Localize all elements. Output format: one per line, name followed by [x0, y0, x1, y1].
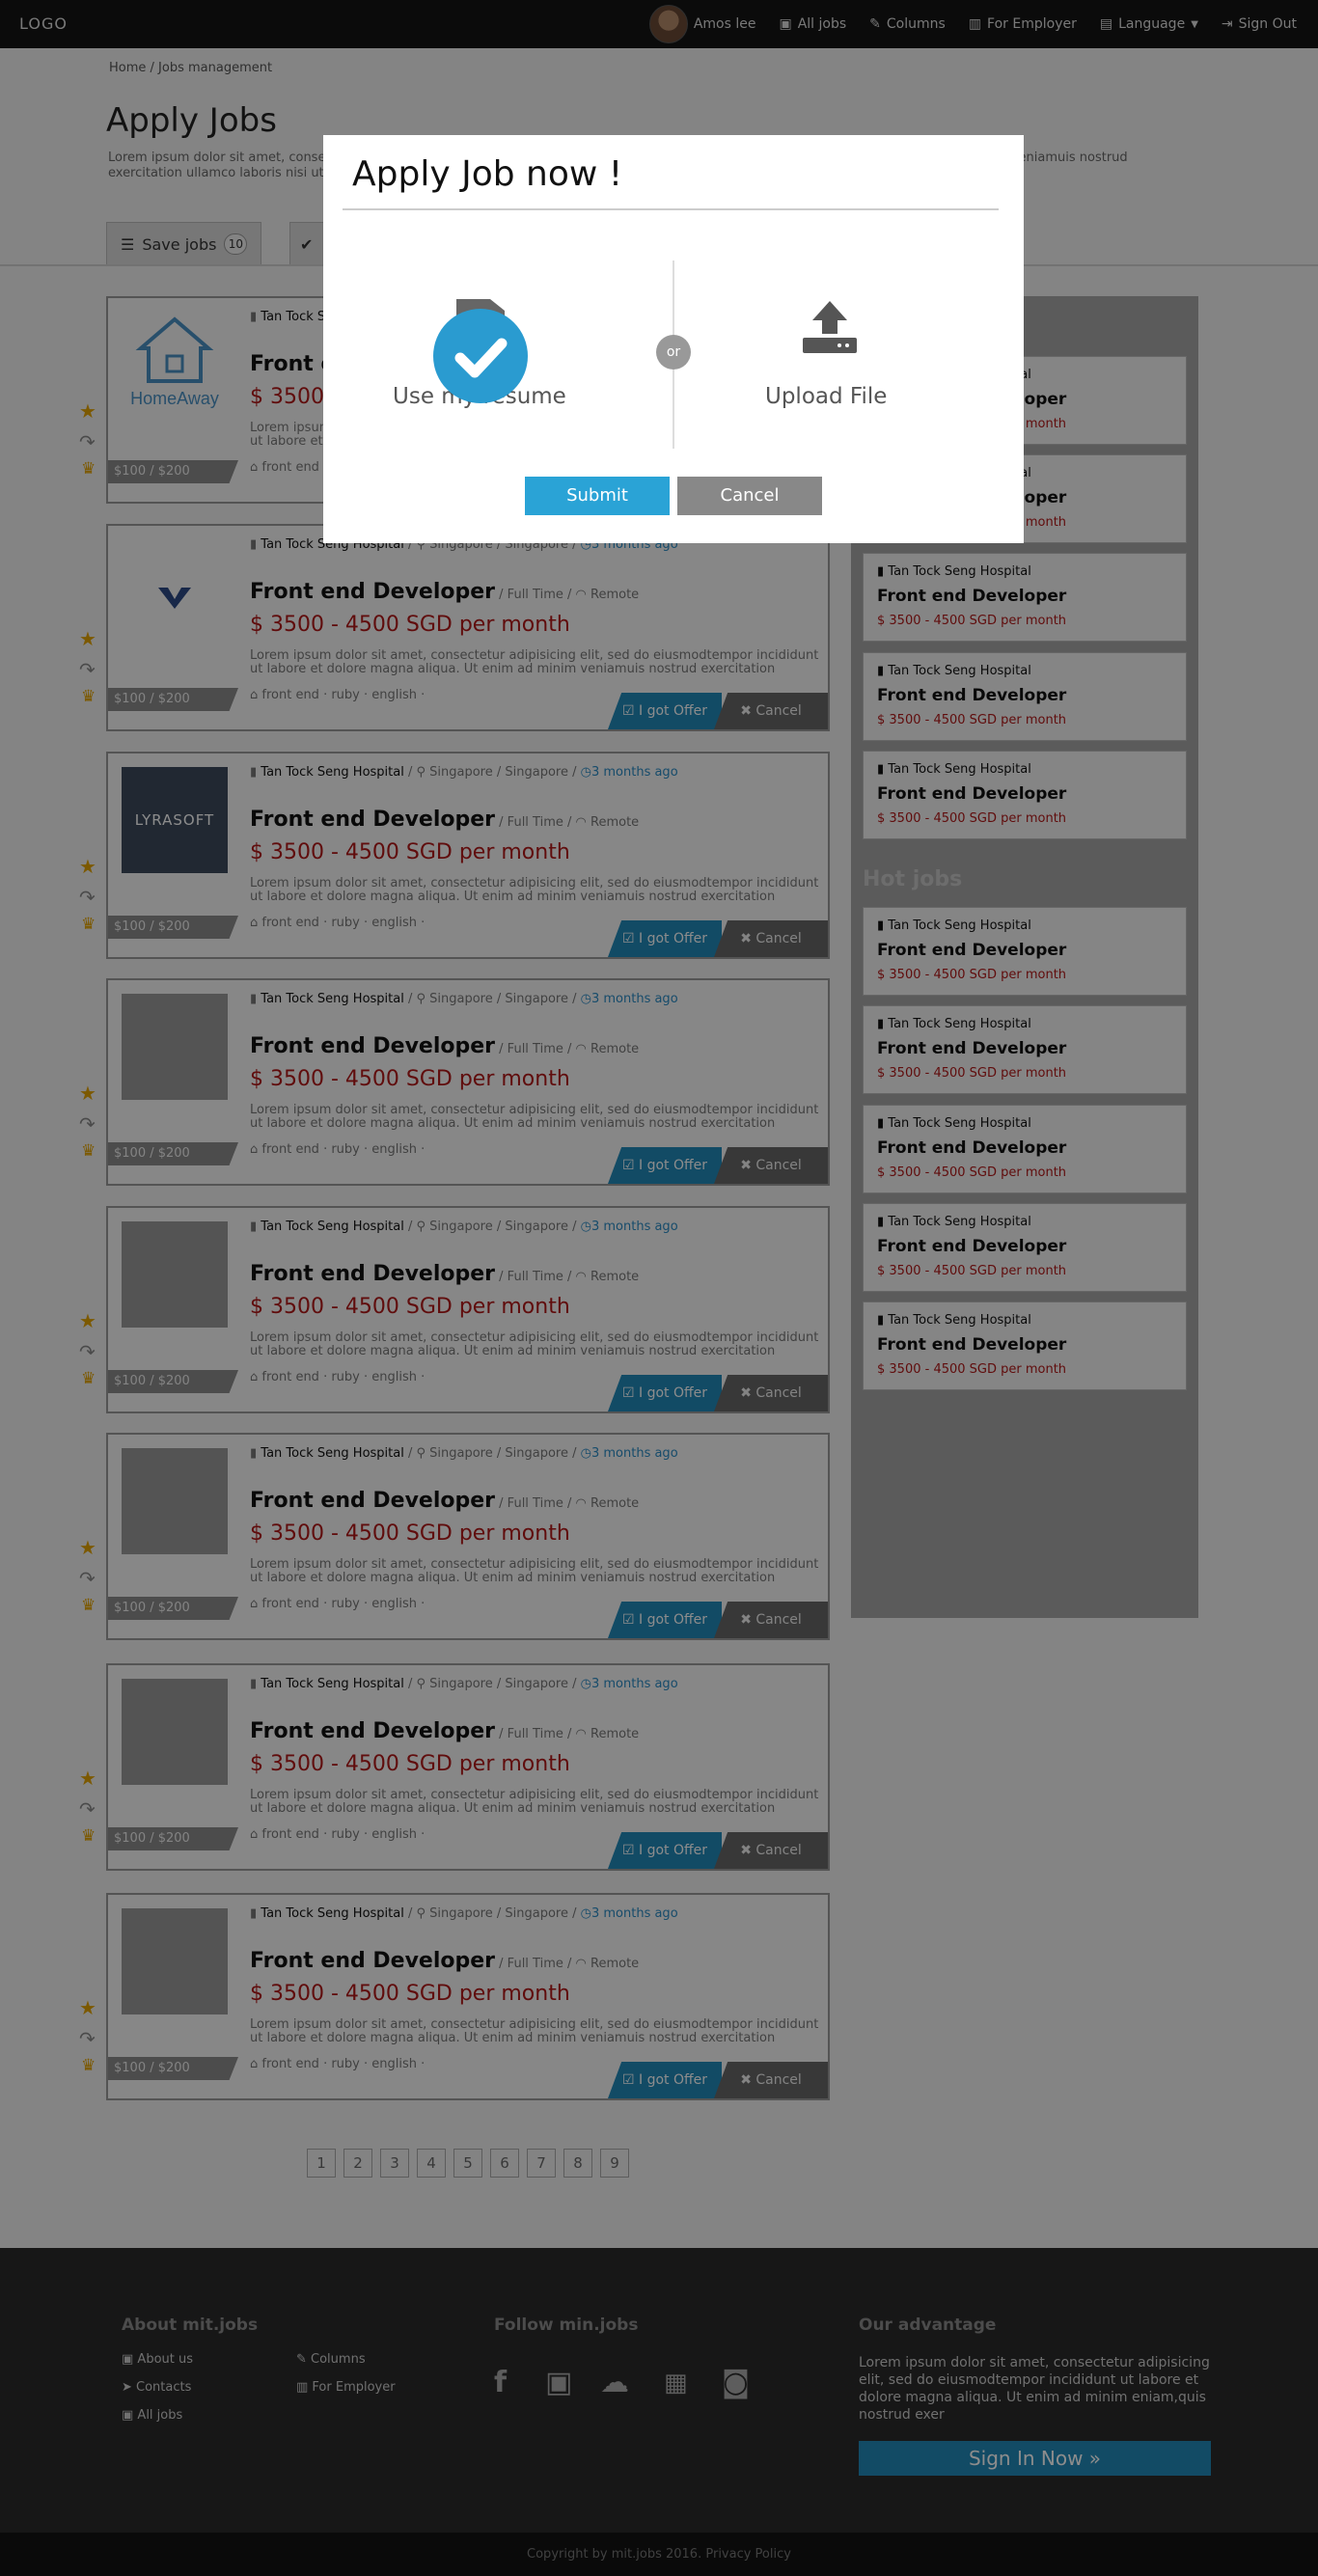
apply-job-modal: Apply Job now ! Use my resume or Upload … [323, 135, 1024, 543]
checkmark-icon [454, 338, 508, 378]
modal-title: Apply Job now ! [352, 154, 623, 194]
upload-file-option[interactable]: Upload File [765, 384, 887, 409]
submit-button[interactable]: Submit [525, 477, 670, 515]
upload-icon[interactable] [801, 299, 859, 355]
selected-check-icon[interactable] [433, 309, 528, 403]
modal-title-divider [343, 208, 999, 210]
or-badge: or [656, 335, 691, 370]
modal-cancel-button[interactable]: Cancel [677, 477, 822, 515]
